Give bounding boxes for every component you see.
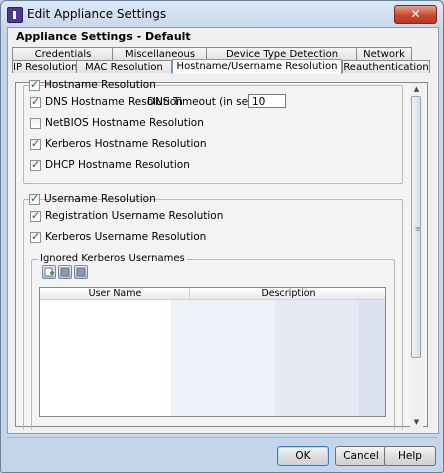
page-title: Appliance Settings - Default <box>16 30 191 43</box>
app-icon <box>7 7 23 23</box>
tab-network[interactable]: Network <box>356 47 412 60</box>
hostname-resolution-toggle[interactable]: Hostname Resolution <box>29 78 156 91</box>
tab-reauthentication[interactable]: Reauthentication <box>342 60 430 73</box>
registration-username-toggle[interactable]: Registration Username Resolution <box>30 209 224 222</box>
scroll-up-icon[interactable]: ▲ <box>410 83 423 95</box>
hostname-resolution-label: Hostname Resolution <box>44 79 156 91</box>
dns-timeout-field[interactable]: 10 <box>248 94 286 108</box>
kerberos-hostname-checkbox[interactable] <box>30 137 41 150</box>
scroll-down-icon[interactable]: ▼ <box>410 416 423 428</box>
edit-icon[interactable] <box>58 265 72 279</box>
dns-hostname-checkbox[interactable] <box>30 95 41 108</box>
kerberos-username-label: Kerberos Username Resolution <box>45 231 207 243</box>
registration-username-checkbox[interactable] <box>30 209 41 222</box>
help-button[interactable]: Help <box>384 446 436 466</box>
scroll-thumb[interactable]: ≡ <box>411 96 421 358</box>
window-title: Edit Appliance Settings <box>27 7 167 21</box>
tab-mac-resolution[interactable]: MAC Resolution <box>76 60 172 73</box>
close-button[interactable]: ✕ <box>394 5 437 24</box>
edit-appliance-settings-window: Edit Appliance Settings ✕ Appliance Sett… <box>0 0 444 473</box>
ignored-kerberos-usernames-legend: Ignored Kerberos Usernames <box>38 253 187 264</box>
delete-icon[interactable] <box>74 265 88 279</box>
kerberos-username-toggle[interactable]: Kerberos Username Resolution <box>30 230 207 243</box>
column-description[interactable]: Description <box>190 288 385 299</box>
hostname-resolution-checkbox[interactable] <box>29 78 40 91</box>
kerberos-username-checkbox[interactable] <box>30 230 41 243</box>
username-resolution-toggle[interactable]: Username Resolution <box>29 192 156 205</box>
ok-button[interactable]: OK <box>277 446 329 466</box>
add-icon[interactable] <box>42 265 56 279</box>
kerberos-hostname-label: Kerberos Hostname Resolution <box>45 138 207 150</box>
tab-credentials[interactable]: Credentials <box>12 47 114 60</box>
kerberos-hostname-toggle[interactable]: Kerberos Hostname Resolution <box>30 137 207 150</box>
tab-ip-resolution[interactable]: IP Resolution <box>12 60 78 73</box>
panel-scrollbar[interactable]: ▲ ≡ ▼ <box>410 83 423 428</box>
grip-icon: ≡ <box>415 225 421 233</box>
cancel-button[interactable]: Cancel <box>335 446 387 466</box>
title-bar[interactable]: Edit Appliance Settings ✕ <box>1 1 443 28</box>
ignored-usernames-table[interactable]: User Name Description <box>39 287 386 417</box>
dhcp-hostname-checkbox[interactable] <box>30 158 41 171</box>
netbios-hostname-toggle[interactable]: NetBIOS Hostname Resolution <box>30 117 204 129</box>
username-resolution-checkbox[interactable] <box>29 192 40 205</box>
registration-username-label: Registration Username Resolution <box>45 210 224 222</box>
column-user-name[interactable]: User Name <box>40 288 190 299</box>
netbios-hostname-label: NetBIOS Hostname Resolution <box>45 117 204 129</box>
tab-hostname-username-resolution[interactable]: Hostname/Username Resolution <box>172 59 342 74</box>
dialog-footer: OK Cancel Help <box>7 437 437 469</box>
netbios-hostname-checkbox[interactable] <box>30 117 41 129</box>
username-resolution-label: Username Resolution <box>44 193 156 205</box>
dhcp-hostname-toggle[interactable]: DHCP Hostname Resolution <box>30 158 190 171</box>
table-header: User Name Description <box>40 288 385 300</box>
dhcp-hostname-label: DHCP Hostname Resolution <box>45 159 190 171</box>
